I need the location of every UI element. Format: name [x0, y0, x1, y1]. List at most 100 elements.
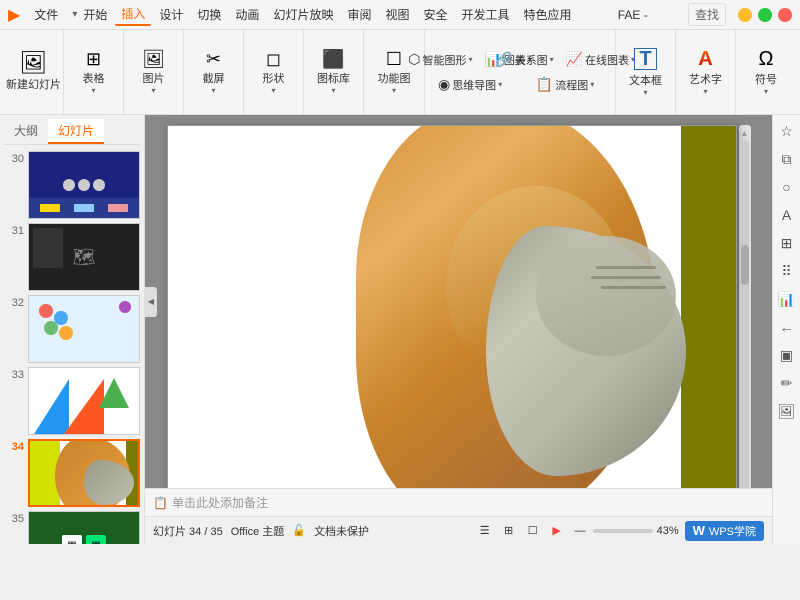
ribbon-group-iconlib: ⬛ 图标库 ▾ — [304, 30, 364, 114]
v-scroll-thumb[interactable] — [741, 245, 749, 285]
slide-main-canvas[interactable] — [167, 125, 737, 488]
menu-bar-top: 开始 插入 设计 切换 动画 幻灯片放映 审阅 视图 安全 开发工具 特色应用 — [77, 3, 577, 26]
slide-pet-area — [298, 126, 686, 488]
flowchart-button[interactable]: 📋 流程图 ▾ — [532, 74, 598, 95]
menu-special[interactable]: 特色应用 — [518, 4, 578, 25]
ribbon-group-smartshape: ⬡ 智能图形 ▾ 📊 图表 ▾ ◉ 思维导图 ▾ — [424, 30, 515, 114]
rt-circle-button[interactable]: ○ — [775, 175, 799, 199]
menu-slideshow[interactable]: 幻灯片放映 — [267, 4, 339, 25]
window-maximize[interactable] — [758, 8, 772, 22]
view-present-btn[interactable]: ▶ — [548, 522, 566, 540]
table-dropdown-arrow: ▾ — [91, 86, 95, 95]
menu-devtools[interactable]: 开发工具 — [456, 4, 516, 25]
title-bar-controls: 查找 — [688, 3, 792, 26]
zoom-slider[interactable] — [593, 529, 653, 533]
arttext-label: 艺术字 — [689, 71, 722, 87]
rt-chart-button[interactable]: 📊 — [775, 287, 799, 311]
panel-collapse-button[interactable]: ◀ — [145, 287, 157, 317]
relation-dropdown: ▾ — [550, 55, 554, 64]
slide-num-32: 32 — [4, 295, 24, 309]
smartshape-button[interactable]: ⬡ 智能图形 ▾ — [404, 49, 476, 70]
slide-thumb-35[interactable]: 35 ▦ ▦ — [4, 511, 140, 544]
shape-button[interactable]: ◻ 形状 ▾ — [259, 48, 289, 97]
slide-img-31[interactable]: 🗺 — [28, 223, 140, 291]
notes-icon: 📋 — [153, 496, 168, 510]
cat-stripe-1 — [596, 266, 656, 269]
slide-num-30: 30 — [4, 151, 24, 165]
menu-start[interactable]: 开始 — [77, 4, 113, 25]
menu-design[interactable]: 设计 — [153, 4, 189, 25]
cat-stripe-2 — [591, 276, 661, 279]
status-left: 幻灯片 34 / 35 Office 主题 🔓 文档未保护 — [153, 523, 468, 539]
slide-img-32[interactable] — [28, 295, 140, 363]
slide-thumb-31[interactable]: 31 🗺 — [4, 223, 140, 291]
notes-text[interactable]: 单击此处添加备注 — [172, 494, 268, 511]
rt-apps-button[interactable]: ⠿ — [775, 259, 799, 283]
table-button[interactable]: ⊞ 表格 ▾ — [79, 48, 109, 97]
relation-button[interactable]: 🔗 关系图 ▾ — [491, 49, 557, 70]
slide-img-34[interactable] — [28, 439, 140, 507]
view-read-btn[interactable]: ☐ — [524, 522, 542, 540]
onlinechart-icon: 📈 — [566, 51, 583, 68]
textbox-button[interactable]: T 文本框 ▾ — [625, 46, 666, 99]
menu-security[interactable]: 安全 — [417, 4, 453, 25]
protection-info: 文档未保护 — [314, 523, 369, 539]
tab-outline[interactable]: 大纲 — [4, 119, 48, 144]
menu-review[interactable]: 审阅 — [341, 4, 377, 25]
right-toolbar: ☆ ⧉ ○ A ⊞ ⠿ 📊 ← ▣ ✏ 🖼 — [772, 115, 800, 544]
notes-bar[interactable]: 📋 单击此处添加备注 — [145, 488, 772, 516]
rt-arrow-button[interactable]: ← — [775, 315, 799, 339]
slide-info: 幻灯片 34 / 35 — [153, 523, 223, 539]
table-icon: ⊞ — [86, 50, 101, 68]
image-button[interactable]: 🖼 图片 ▾ — [138, 48, 169, 97]
image-dropdown-arrow: ▾ — [151, 86, 155, 95]
rt-texta-button[interactable]: A — [775, 203, 799, 227]
window-close[interactable] — [778, 8, 792, 22]
slide-img-30[interactable] — [28, 151, 140, 219]
slide-num-31: 31 — [4, 223, 24, 237]
slide-img-35[interactable]: ▦ ▦ — [28, 511, 140, 544]
symbol-label: 符号 — [755, 71, 777, 87]
slide-view: ▲ ▼ — [145, 115, 772, 488]
slide-thumb-33[interactable]: 33 — [4, 367, 140, 435]
slide-thumb-32[interactable]: 32 — [4, 295, 140, 363]
symbol-button[interactable]: Ω 符号 ▾ — [751, 47, 781, 98]
slide-olive-bg — [681, 126, 736, 488]
rt-copy-button[interactable]: ⧉ — [775, 147, 799, 171]
rt-box-button[interactable]: ▣ — [775, 343, 799, 367]
screenshot-button[interactable]: ✂ 截屏 ▾ — [199, 48, 229, 97]
tab-slides[interactable]: 幻灯片 — [48, 119, 104, 144]
funcmap-label: 功能图 — [378, 70, 411, 86]
rt-pencil-button[interactable]: ✏ — [775, 371, 799, 395]
slide-thumb-34[interactable]: 34 — [4, 439, 140, 507]
menu-animation[interactable]: 动画 — [229, 4, 265, 25]
view-grid-btn[interactable]: ⊞ — [500, 522, 518, 540]
cat-stripe-3 — [601, 286, 666, 289]
menu-insert[interactable]: 插入 — [115, 3, 151, 26]
ribbon-group-table: ⊞ 表格 ▾ — [64, 30, 124, 114]
wps-badge[interactable]: W WPS学院 — [685, 521, 764, 541]
screenshot-label: 截屏 — [203, 70, 225, 86]
view-normal-btn[interactable]: ☰ — [476, 522, 494, 540]
arttext-button[interactable]: A 艺术字 ▾ — [685, 47, 726, 98]
rt-star-button[interactable]: ☆ — [775, 119, 799, 143]
app-icon: ▶ — [8, 5, 20, 25]
iconlib-button[interactable]: ⬛ 图标库 ▾ — [313, 48, 354, 97]
menu-view[interactable]: 视图 — [379, 4, 415, 25]
mindmap-dropdown: ▾ — [498, 80, 502, 89]
protection-icon: 🔓 — [292, 524, 306, 537]
rt-image-button[interactable]: 🖼 — [775, 399, 799, 423]
mindmap-button[interactable]: ◉ 思维导图 ▾ — [434, 74, 506, 95]
menu-transition[interactable]: 切换 — [191, 4, 227, 25]
search-label[interactable]: 查找 — [688, 3, 726, 26]
zoom-out-btn[interactable]: — — [572, 525, 589, 537]
slide-thumb-30[interactable]: 30 — [4, 151, 140, 219]
ribbon-group-new-slide: 🖼 新建幻灯片 — [4, 30, 64, 114]
vertical-scrollbar[interactable]: ▲ ▼ — [739, 125, 751, 488]
rt-grid-button[interactable]: ⊞ — [775, 231, 799, 255]
window-minimize[interactable] — [738, 8, 752, 22]
slide-img-33[interactable] — [28, 367, 140, 435]
new-slide-button[interactable]: 🖼 新建幻灯片 — [2, 50, 65, 94]
menu-file[interactable]: 文件 — [26, 2, 66, 27]
title-bar-left: ▶ 文件 ▾ — [8, 2, 77, 27]
